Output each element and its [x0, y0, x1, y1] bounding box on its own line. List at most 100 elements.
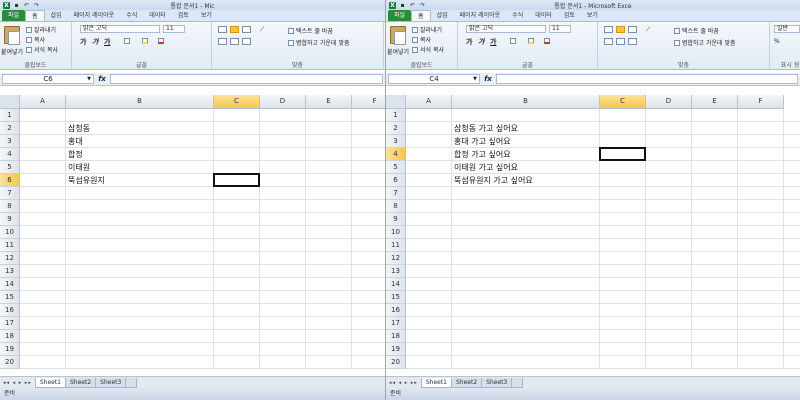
chevron-down-icon[interactable]: ▼: [473, 75, 477, 83]
row-header[interactable]: 6: [386, 174, 406, 187]
row-header[interactable]: 13: [0, 265, 20, 278]
row-header[interactable]: 1: [386, 109, 406, 122]
align-bottom-icon[interactable]: [628, 26, 637, 33]
row-header[interactable]: 18: [0, 330, 20, 343]
cut-button[interactable]: 잘라내기: [26, 25, 56, 34]
row-header[interactable]: 20: [386, 356, 406, 369]
orientation-button[interactable]: ⟋: [260, 26, 264, 34]
underline-button[interactable]: 가: [104, 37, 110, 47]
wrap-text-button[interactable]: 텍스트 줄 바꿈: [288, 26, 333, 35]
column-header[interactable]: B: [66, 95, 214, 109]
row-header[interactable]: 18: [386, 330, 406, 343]
align-center-icon[interactable]: [616, 38, 625, 45]
paste-button[interactable]: 붙여넣기: [387, 47, 409, 56]
sheet-nav-icon[interactable]: ◂◂ ◂ ▸ ▸▸: [386, 380, 421, 386]
align-middle-icon[interactable]: [616, 26, 625, 33]
orientation-button[interactable]: ⟋: [646, 26, 650, 34]
row-header[interactable]: 10: [386, 226, 406, 239]
cell-b2[interactable]: 삼청동: [66, 122, 90, 135]
merge-center-button[interactable]: 병합하고 가운데 맞춤: [674, 38, 736, 47]
cell-b3[interactable]: 홍대 가고 싶어요: [452, 135, 511, 148]
row-header[interactable]: 12: [386, 252, 406, 265]
cell-b5[interactable]: 이태원: [66, 161, 90, 174]
row-header[interactable]: 2: [386, 122, 406, 135]
sheet-nav-icon[interactable]: ◂◂ ◂ ▸ ▸▸: [0, 380, 35, 386]
tab-home[interactable]: 홈: [411, 10, 431, 21]
row-header[interactable]: 3: [0, 135, 20, 148]
tab-item[interactable]: 삽입: [45, 10, 68, 21]
column-header[interactable]: C: [600, 95, 646, 109]
select-all-corner[interactable]: [386, 95, 406, 109]
row-header[interactable]: 5: [386, 161, 406, 174]
row-header[interactable]: 6: [0, 174, 20, 187]
sheet-tab[interactable]: Sheet2: [451, 377, 483, 388]
tab-item[interactable]: 삽입: [431, 10, 454, 21]
format-painter-button[interactable]: 서식 복사: [26, 45, 58, 54]
row-header[interactable]: 3: [386, 135, 406, 148]
row-header[interactable]: 15: [386, 291, 406, 304]
column-header[interactable]: F: [738, 95, 784, 109]
tab-item[interactable]: 페이지 레이아웃: [454, 10, 507, 21]
row-header[interactable]: 13: [386, 265, 406, 278]
row-header[interactable]: 16: [386, 304, 406, 317]
font-color-button[interactable]: [158, 38, 164, 44]
font-color-button[interactable]: [544, 38, 550, 44]
align-left-icon[interactable]: [218, 38, 227, 45]
align-top-icon[interactable]: [604, 26, 613, 33]
active-cell[interactable]: [213, 173, 260, 187]
font-name-select[interactable]: 맑은 고딕: [466, 25, 546, 33]
name-box[interactable]: C4 ▼: [388, 74, 480, 84]
tab-item[interactable]: 검토: [172, 10, 195, 21]
fill-color-button[interactable]: [528, 38, 534, 44]
row-header[interactable]: 11: [386, 239, 406, 252]
tab-item[interactable]: 수식: [506, 10, 529, 21]
font-name-select[interactable]: 맑은 고딕: [80, 25, 160, 33]
cell-b2[interactable]: 삼청동 가고 싶어요: [452, 122, 518, 135]
align-bottom-icon[interactable]: [242, 26, 251, 33]
row-header[interactable]: 7: [386, 187, 406, 200]
tab-file[interactable]: 파일: [388, 10, 412, 21]
row-header[interactable]: 17: [0, 317, 20, 330]
tab-item[interactable]: 데이터: [529, 10, 558, 21]
copy-button[interactable]: 복사: [412, 35, 431, 44]
tab-item[interactable]: 수식: [120, 10, 143, 21]
tab-item[interactable]: 보기: [581, 10, 604, 21]
row-header[interactable]: 9: [386, 213, 406, 226]
row-header[interactable]: 4: [386, 148, 406, 161]
italic-button[interactable]: 가: [478, 37, 484, 47]
row-header[interactable]: 12: [0, 252, 20, 265]
tab-item[interactable]: 검토: [558, 10, 581, 21]
name-box[interactable]: C6 ▼: [2, 74, 94, 84]
cell-b5[interactable]: 이태원 가고 싶어요: [452, 161, 518, 174]
align-top-icon[interactable]: [218, 26, 227, 33]
paste-icon[interactable]: [4, 26, 20, 45]
row-header[interactable]: 2: [0, 122, 20, 135]
currency-button[interactable]: %: [774, 38, 780, 45]
row-header[interactable]: 7: [0, 187, 20, 200]
row-header[interactable]: 14: [386, 278, 406, 291]
number-format-select[interactable]: 일반: [774, 25, 800, 33]
bold-button[interactable]: 가: [466, 37, 472, 47]
sheet-tab[interactable]: Sheet2: [65, 377, 97, 388]
merge-center-button[interactable]: 병합하고 가운데 맞춤: [288, 38, 350, 47]
row-header[interactable]: 14: [0, 278, 20, 291]
sheet-tab[interactable]: Sheet1: [420, 377, 452, 388]
cell-b6[interactable]: 뚝섬유원지: [66, 174, 105, 187]
formula-input[interactable]: [496, 74, 798, 84]
row-header[interactable]: 1: [0, 109, 20, 122]
insert-function-icon[interactable]: fx: [480, 75, 496, 83]
align-middle-icon[interactable]: [230, 26, 239, 33]
select-all-corner[interactable]: [0, 95, 20, 109]
column-header[interactable]: E: [692, 95, 738, 109]
cell-b4[interactable]: 합정 가고 싶어요: [452, 148, 511, 161]
column-header[interactable]: F: [352, 95, 385, 109]
sheet-tab[interactable]: Sheet3: [95, 377, 127, 388]
paste-button[interactable]: 붙여넣기: [1, 47, 23, 56]
fill-color-button[interactable]: [142, 38, 148, 44]
paste-icon[interactable]: [390, 26, 406, 45]
row-header[interactable]: 5: [0, 161, 20, 174]
copy-button[interactable]: 복사: [26, 35, 45, 44]
tab-item[interactable]: 데이터: [143, 10, 172, 21]
column-header[interactable]: E: [306, 95, 352, 109]
new-sheet-icon[interactable]: [125, 377, 138, 388]
